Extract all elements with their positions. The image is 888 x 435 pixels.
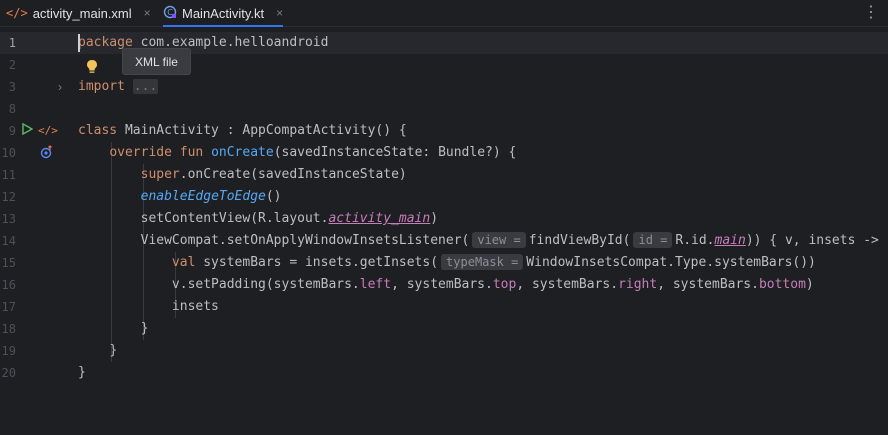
code-fragment: ) — [430, 211, 439, 226]
code-line[interactable]: 13 setContentView(R.layout.activity_main… — [0, 208, 888, 230]
line-text: } — [78, 340, 117, 362]
closing-brace: } — [78, 365, 86, 380]
code-fragment: ) — [805, 277, 814, 292]
line-number: 17 — [1, 300, 16, 314]
line-number: 14 — [1, 234, 16, 248]
line-text: package com.example.helloandroid — [78, 32, 328, 54]
line-text: ViewCompat.setOnApplyWindowInsetsListene… — [78, 230, 879, 252]
line-number: 1 — [8, 36, 16, 50]
property: left — [359, 277, 392, 292]
line-text: super.onCreate(savedInstanceState) — [78, 164, 407, 186]
property: bottom — [758, 277, 806, 292]
line-text: v.setPadding(systemBars.left, systemBars… — [78, 274, 814, 296]
parameters: (savedInstanceState: Bundle?) { — [273, 145, 517, 160]
closing-brace: } — [109, 343, 118, 358]
line-number: 16 — [1, 278, 16, 292]
line-number: 13 — [1, 212, 16, 226]
function-call: enableEdgeToEdge — [140, 189, 266, 204]
line-number: 19 — [1, 344, 16, 358]
parameter-hint: view = — [472, 232, 526, 248]
property: right — [618, 277, 658, 292]
arguments: () — [265, 189, 282, 204]
code-line[interactable]: 10 override fun onCreate(savedInstanceSt… — [0, 142, 888, 164]
line-text: class MainActivity : AppCompatActivity()… — [78, 120, 407, 142]
keyword: override — [109, 145, 172, 160]
dot: . — [179, 167, 188, 182]
line-number: 11 — [1, 168, 16, 182]
code-fragment: , systemBars. — [516, 277, 619, 292]
function-name: onCreate — [211, 145, 274, 160]
code-fragment: findViewById( — [528, 233, 631, 248]
parameter-hint: id = — [633, 232, 673, 248]
line-text: setContentView(R.layout.activity_main) — [78, 208, 438, 230]
keyword: super — [140, 167, 180, 182]
code-editor[interactable]: </> › 1 package com.example.helloandroid… — [0, 32, 888, 435]
parameter-hint: typeMask = — [441, 254, 524, 270]
more-options-icon[interactable]: ⋮ — [863, 2, 880, 22]
resource-reference[interactable]: main — [715, 233, 746, 248]
code-fragment: insets — [171, 299, 219, 314]
text-caret — [78, 34, 80, 52]
closing-brace: } — [140, 321, 149, 336]
line-number: 8 — [8, 102, 16, 116]
code-line[interactable]: 15 val systemBars = insets.getInsets(typ… — [0, 252, 888, 274]
code-fragment: ViewCompat.setOnApplyWindowInsetsListene… — [140, 233, 470, 248]
code-line[interactable]: 12 enableEdgeToEdge() — [0, 186, 888, 208]
tab-mainactivity-kt[interactable]: C MainActivity.kt × — [163, 0, 284, 27]
code-line[interactable]: 9 class MainActivity : AppCompatActivity… — [0, 120, 888, 142]
code-fragment: R.id. — [675, 233, 715, 248]
line-text: enableEdgeToEdge() — [78, 186, 282, 208]
code-fragment: WindowInsetsCompat.Type.systemBars()) — [526, 255, 816, 270]
line-text: insets — [78, 296, 219, 318]
keyword: import — [78, 79, 125, 94]
keyword: val — [171, 255, 196, 270]
code-fragment: v.setPadding(systemBars. — [171, 277, 360, 292]
folded-imports[interactable]: ... — [132, 79, 159, 94]
code-line[interactable]: 11 super.onCreate(savedInstanceState) — [0, 164, 888, 186]
code-line[interactable]: 17 insets — [0, 296, 888, 318]
line-text: import ... — [78, 76, 159, 98]
line-number: 3 — [8, 80, 16, 94]
code-line[interactable]: 16 v.setPadding(systemBars.left, systemB… — [0, 274, 888, 296]
tab-activity-main-xml[interactable]: </> activity_main.xml × — [6, 0, 151, 26]
editor-tab-bar: </> activity_main.xml × C MainActivity.k… — [0, 0, 888, 27]
close-icon[interactable]: × — [276, 6, 283, 20]
code-line[interactable]: 20 } — [0, 362, 888, 384]
function-call: onCreate — [187, 167, 251, 182]
line-number: 9 — [8, 124, 16, 138]
close-icon[interactable]: × — [144, 6, 151, 20]
class-declaration: MainActivity : AppCompatActivity() { — [117, 123, 407, 138]
code-fragment: , systemBars. — [657, 277, 759, 292]
line-number: 20 — [1, 366, 16, 380]
code-line[interactable]: 3 import ... — [0, 76, 888, 98]
line-number: 2 — [8, 58, 16, 72]
code-line[interactable]: 14 ViewCompat.setOnApplyWindowInsetsList… — [0, 230, 888, 252]
code-fragment: setContentView(R.layout. — [140, 211, 329, 226]
tooltip: XML file — [122, 48, 191, 75]
line-text: } — [78, 318, 149, 340]
line-number: 15 — [1, 256, 16, 270]
tab-label: activity_main.xml — [32, 5, 132, 21]
tab-label: MainActivity.kt — [182, 5, 265, 21]
code-line[interactable]: 18 } — [0, 318, 888, 340]
xml-file-icon: </> — [6, 6, 28, 20]
kotlin-class-icon: C — [163, 5, 177, 22]
line-text: } — [78, 362, 86, 384]
line-number: 18 — [1, 322, 16, 336]
resource-reference[interactable]: activity_main — [328, 211, 430, 226]
keyword: fun — [179, 145, 204, 160]
code-fragment: )) { v, insets -> — [745, 233, 879, 248]
code-fragment: systemBars = insets.getInsets( — [195, 255, 439, 270]
line-text: override fun onCreate(savedInstanceState… — [78, 142, 516, 164]
code-fragment: , systemBars. — [391, 277, 493, 292]
code-line[interactable]: 19 } — [0, 340, 888, 362]
property: top — [492, 277, 517, 292]
line-text: val systemBars = insets.getInsets(typeMa… — [78, 252, 816, 274]
line-number: 12 — [1, 190, 16, 204]
arguments: (savedInstanceState) — [250, 167, 407, 182]
code-line[interactable]: 8 — [0, 98, 888, 120]
line-number: 10 — [1, 146, 16, 160]
keyword: class — [78, 123, 118, 138]
